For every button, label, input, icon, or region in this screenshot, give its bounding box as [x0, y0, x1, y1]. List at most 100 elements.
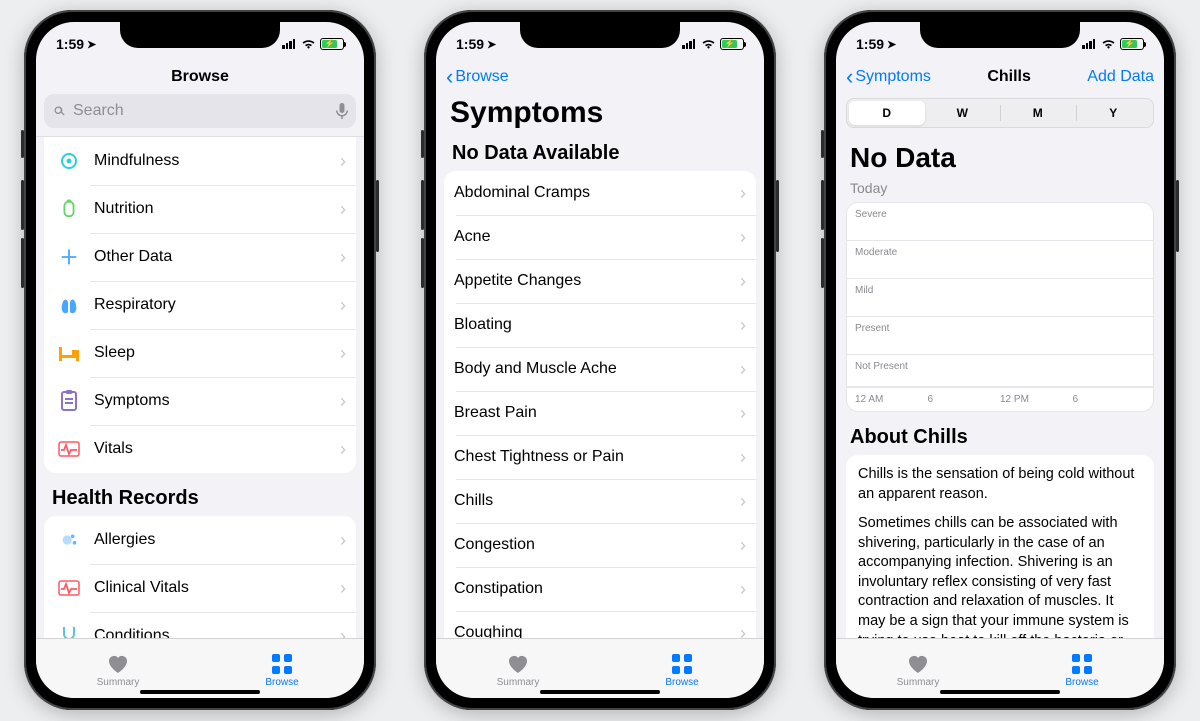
search-input[interactable]: [44, 94, 356, 128]
notch: [920, 22, 1080, 48]
row-label: Respiratory: [94, 296, 340, 314]
y-label: Severe: [847, 203, 1153, 241]
tab-bar: Summary Browse: [436, 638, 764, 698]
segment-year[interactable]: Y: [1076, 101, 1152, 125]
chevron-right-icon: ›: [740, 271, 746, 292]
status-time: 1:59: [856, 36, 884, 52]
y-label: Present: [847, 317, 1153, 355]
page-title: Browse: [171, 68, 229, 86]
grid-icon: [671, 653, 693, 675]
back-button[interactable]: ‹ Browse: [446, 66, 509, 88]
clinical-vitals-icon: [54, 573, 84, 603]
chevron-right-icon: ›: [740, 623, 746, 639]
category-row-nutrition[interactable]: Nutrition ›: [44, 185, 356, 233]
chevron-right-icon: ›: [340, 151, 346, 172]
y-label: Not Present: [847, 355, 1153, 387]
category-row-respiratory[interactable]: Respiratory ›: [44, 281, 356, 329]
symptom-row[interactable]: Bloating›: [444, 303, 756, 347]
symptom-row[interactable]: Appetite Changes›: [444, 259, 756, 303]
tab-label: Summary: [897, 677, 940, 688]
x-axis: 12 AM 6 12 PM 6: [847, 387, 1153, 411]
page-title: Symptoms: [436, 94, 764, 136]
chevron-right-icon: ›: [740, 359, 746, 380]
chevron-right-icon: ›: [340, 626, 346, 639]
home-indicator[interactable]: [540, 690, 660, 694]
row-label: Sleep: [94, 344, 340, 362]
x-label: 12 AM: [855, 394, 928, 405]
page-title: Chills: [987, 68, 1031, 86]
chevron-right-icon: ›: [740, 403, 746, 424]
row-label: Acne: [454, 228, 740, 246]
category-row-vitals[interactable]: Vitals ›: [44, 425, 356, 473]
notch: [520, 22, 680, 48]
chevron-right-icon: ›: [740, 447, 746, 468]
status-time: 1:59: [456, 36, 484, 52]
row-label: Clinical Vitals: [94, 579, 340, 597]
chevron-right-icon: ›: [740, 535, 746, 556]
chevron-left-icon: ‹: [846, 66, 853, 88]
about-text-2: Sometimes chills can be associated with …: [858, 514, 1142, 638]
symptom-row[interactable]: Body and Muscle Ache›: [444, 347, 756, 391]
chevron-right-icon: ›: [740, 315, 746, 336]
x-label: 6: [1073, 394, 1146, 405]
chevron-right-icon: ›: [340, 391, 346, 412]
search-icon: [52, 104, 67, 119]
symptom-row[interactable]: Breast Pain›: [444, 391, 756, 435]
chevron-right-icon: ›: [340, 578, 346, 599]
search-field[interactable]: [73, 102, 336, 120]
symptom-row[interactable]: Chest Tightness or Pain›: [444, 435, 756, 479]
notch: [120, 22, 280, 48]
battery-icon: ⚡: [720, 38, 744, 50]
row-label: Vitals: [94, 440, 340, 458]
nav-bar: ‹ Symptoms Chills Add Data D W M Y: [836, 60, 1164, 136]
nutrition-icon: [54, 194, 84, 224]
heart-icon: [106, 653, 130, 675]
row-label: Congestion: [454, 536, 740, 554]
symptom-row[interactable]: Abdominal Cramps›: [444, 171, 756, 215]
location-icon: ➤: [487, 38, 496, 51]
phone-3: 1:59 ➤ ⚡ ‹ Symptoms Chills Add Data D W: [824, 10, 1176, 710]
grid-icon: [1071, 653, 1093, 675]
category-row-sleep[interactable]: Sleep ›: [44, 329, 356, 377]
mic-icon[interactable]: [336, 103, 348, 119]
symptoms-content: No Data Available Abdominal Cramps› Acne…: [436, 136, 764, 638]
segment-day[interactable]: D: [849, 101, 925, 125]
tab-label: Summary: [97, 677, 140, 688]
segment-week[interactable]: W: [925, 101, 1001, 125]
cellular-icon: [682, 39, 695, 49]
category-row-symptoms[interactable]: Symptoms ›: [44, 377, 356, 425]
about-header: About Chills: [836, 412, 1164, 455]
category-row-mindfulness[interactable]: Mindfulness ›: [44, 137, 356, 185]
chevron-right-icon: ›: [340, 343, 346, 364]
symptom-row[interactable]: Congestion›: [444, 523, 756, 567]
record-row-allergies[interactable]: Allergies ›: [44, 516, 356, 564]
record-row-clinical-vitals[interactable]: Clinical Vitals ›: [44, 564, 356, 612]
home-indicator[interactable]: [940, 690, 1060, 694]
tab-label: Summary: [497, 677, 540, 688]
add-data-button[interactable]: Add Data: [1087, 68, 1154, 86]
wifi-icon: [301, 38, 316, 50]
mindfulness-icon: [54, 146, 84, 176]
record-row-conditions[interactable]: Conditions ›: [44, 612, 356, 638]
back-button[interactable]: ‹ Symptoms: [846, 66, 931, 88]
category-row-other-data[interactable]: Other Data ›: [44, 233, 356, 281]
symptom-row[interactable]: Coughing›: [444, 611, 756, 638]
empty-title: No Data: [836, 136, 1164, 180]
symptom-row[interactable]: Acne›: [444, 215, 756, 259]
row-label: Conditions: [94, 627, 340, 638]
symptom-row[interactable]: Chills›: [444, 479, 756, 523]
row-label: Allergies: [94, 531, 340, 549]
row-label: Symptoms: [94, 392, 340, 410]
symptom-row[interactable]: Constipation›: [444, 567, 756, 611]
segment-month[interactable]: M: [1000, 101, 1076, 125]
respiratory-icon: [54, 290, 84, 320]
tab-label: Browse: [665, 677, 698, 688]
row-label: Chest Tightness or Pain: [454, 448, 740, 466]
tab-label: Browse: [265, 677, 298, 688]
back-label: Browse: [455, 68, 508, 86]
chevron-right-icon: ›: [340, 247, 346, 268]
about-card: Chills is the sensation of being cold wi…: [846, 455, 1154, 638]
sleep-icon: [54, 338, 84, 368]
home-indicator[interactable]: [140, 690, 260, 694]
time-range-segmented-control[interactable]: D W M Y: [846, 98, 1154, 128]
